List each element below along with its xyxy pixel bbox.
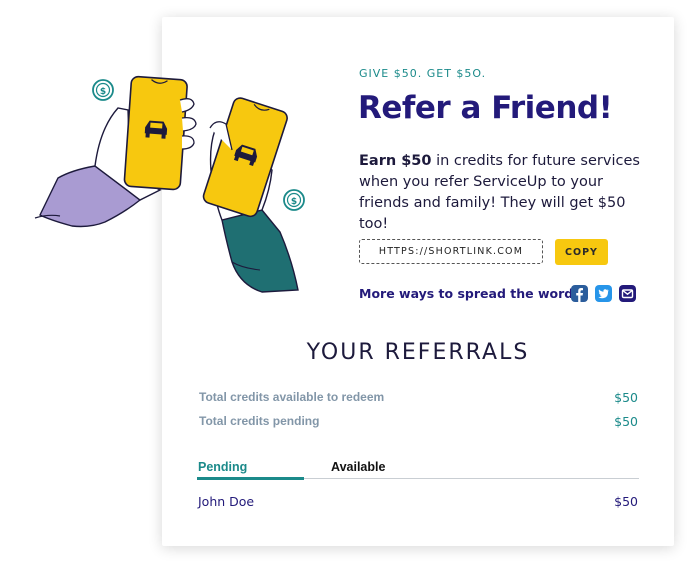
active-tab-indicator	[197, 477, 304, 480]
referral-row-amount: $50	[614, 494, 638, 509]
share-label: More ways to spread the word!	[359, 286, 579, 301]
share-icons	[571, 285, 636, 302]
referrals-heading: YOUR REFERRALS	[306, 340, 530, 365]
promo-tagline: GIVE $50. GET $5O.	[359, 67, 487, 80]
credits-available-label: Total credits available to redeem	[199, 390, 385, 404]
svg-text:$: $	[291, 197, 297, 207]
copy-button[interactable]: COPY	[555, 239, 608, 265]
promo-description-highlight: Earn $50	[359, 153, 432, 169]
email-icon[interactable]	[619, 285, 636, 302]
referral-row-name: John Doe	[198, 494, 255, 509]
dollar-coin-icon: $	[92, 79, 114, 101]
credits-pending-label: Total credits pending	[199, 414, 320, 428]
credits-available-value: $50	[614, 390, 638, 405]
promo-description: Earn $50 in credits for future services …	[359, 151, 649, 235]
dollar-coin-icon: $	[283, 189, 305, 211]
tab-pending[interactable]: Pending	[198, 460, 247, 474]
left-phone	[123, 75, 188, 191]
tab-available[interactable]: Available	[331, 460, 385, 474]
svg-text:$: $	[100, 87, 106, 97]
referral-link-field[interactable]: HTTPS://SHORTLINK.COM	[359, 239, 543, 264]
page-title: Refer a Friend!	[358, 90, 613, 126]
right-sleeve	[221, 209, 299, 293]
hands-phones-illustration: $ $	[34, 75, 305, 293]
twitter-icon[interactable]	[595, 285, 612, 302]
credits-pending-value: $50	[614, 414, 638, 429]
facebook-icon[interactable]	[571, 285, 588, 302]
